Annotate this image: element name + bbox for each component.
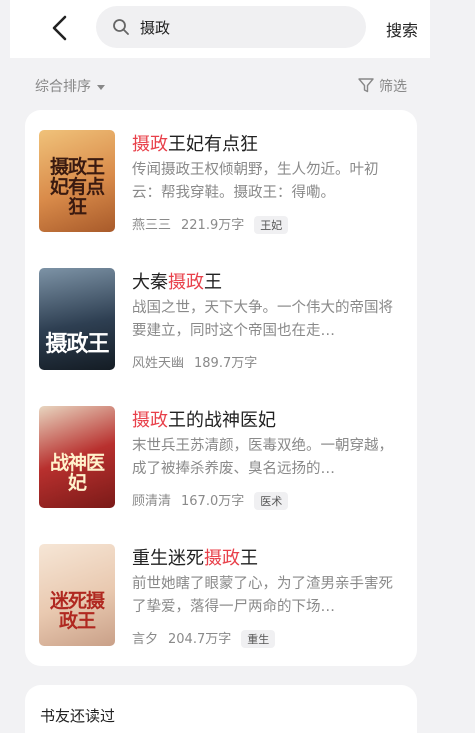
book-word-count: 204.7万字 bbox=[168, 632, 232, 647]
section-title: 书友还读过 bbox=[40, 707, 116, 725]
back-arrow-icon[interactable] bbox=[50, 14, 70, 42]
search-query[interactable]: 摄政 bbox=[140, 17, 170, 38]
book-item[interactable]: 迷死摄政王 重生迷死摄政王 前世她瞎了眼蒙了心，为了渣男亲手害死了挚爱，落得一尸… bbox=[39, 544, 409, 654]
search-results-card: 摄政王妃有点狂 摄政王妃有点狂 传闻摄政王权倾朝野，生人勿近。叶初云：帮我穿鞋。… bbox=[25, 110, 417, 666]
book-cover[interactable]: 战神医妃 bbox=[39, 406, 115, 508]
funnel-icon[interactable] bbox=[358, 78, 374, 93]
filter-bar: 综合排序 筛选 bbox=[0, 70, 475, 100]
book-tag: 王妃 bbox=[254, 216, 289, 234]
cover-title: 摄政王妃有点狂 bbox=[49, 156, 105, 219]
book-meta: 顾清清 167.0万字 医术 bbox=[132, 490, 298, 510]
top-bar: 摄政 搜索 bbox=[10, 0, 430, 58]
sort-dropdown[interactable]: 综合排序 bbox=[35, 76, 105, 96]
book-author: 言夕 bbox=[132, 632, 159, 647]
book-cover[interactable]: 摄政王妃有点狂 bbox=[39, 130, 115, 232]
book-word-count: 167.0万字 bbox=[181, 494, 245, 509]
book-description: 前世她瞎了眼蒙了心，为了渣男亲手害死了挚爱，落得一尸两命的下场… bbox=[132, 576, 393, 615]
cover-title: 战神医妃 bbox=[49, 452, 105, 495]
book-tag: 医术 bbox=[254, 492, 289, 510]
book-title[interactable]: 大秦摄政王 bbox=[132, 268, 222, 294]
book-meta: 言夕 204.7万字 重生 bbox=[132, 628, 285, 648]
book-item[interactable]: 摄政王 大秦摄政王 战国之世，天下大争。一个伟大的帝国将要建立，同时这个帝国也在… bbox=[39, 268, 409, 378]
book-title[interactable]: 摄政王妃有点狂 bbox=[132, 130, 258, 156]
book-tag: 重生 bbox=[241, 630, 276, 648]
book-author: 顾清清 bbox=[132, 494, 172, 509]
book-word-count: 221.9万字 bbox=[181, 218, 245, 233]
book-cover[interactable]: 迷死摄政王 bbox=[39, 544, 115, 646]
book-description: 末世兵王苏清颜，医毒双绝。一朝穿越，成了被捧杀养废、臭名远扬的… bbox=[132, 438, 393, 477]
filter-button[interactable]: 筛选 bbox=[379, 76, 407, 96]
book-description: 传闻摄政王权倾朝野，生人勿近。叶初云：帮我穿鞋。摄政王：得嘞。 bbox=[132, 162, 379, 201]
sort-label: 综合排序 bbox=[35, 79, 91, 95]
search-icon bbox=[113, 19, 129, 35]
cover-title: 摄政王 bbox=[45, 331, 109, 357]
book-item[interactable]: 摄政王妃有点狂 摄政王妃有点狂 传闻摄政王权倾朝野，生人勿近。叶初云：帮我穿鞋。… bbox=[39, 130, 409, 240]
also-read-section: 书友还读过 bbox=[25, 685, 417, 733]
book-description: 战国之世，天下大争。一个伟大的帝国将要建立，同时这个帝国也在走… bbox=[132, 300, 393, 339]
book-meta: 燕三三 221.9万字 王妃 bbox=[132, 214, 298, 234]
search-button[interactable]: 搜索 bbox=[386, 17, 418, 41]
book-word-count: 189.7万字 bbox=[194, 356, 258, 371]
book-meta: 风姓天幽 189.7万字 bbox=[132, 352, 267, 371]
book-title[interactable]: 摄政王的战神医妃 bbox=[132, 406, 276, 432]
book-title[interactable]: 重生迷死摄政王 bbox=[132, 544, 258, 570]
caret-down-icon bbox=[97, 84, 105, 90]
cover-title: 迷死摄政王 bbox=[49, 590, 105, 633]
book-author: 风姓天幽 bbox=[132, 356, 185, 371]
book-author: 燕三三 bbox=[132, 218, 172, 233]
book-item[interactable]: 战神医妃 摄政王的战神医妃 末世兵王苏清颜，医毒双绝。一朝穿越，成了被捧杀养废、… bbox=[39, 406, 409, 516]
book-cover[interactable]: 摄政王 bbox=[39, 268, 115, 370]
search-input[interactable]: 摄政 bbox=[96, 6, 366, 48]
